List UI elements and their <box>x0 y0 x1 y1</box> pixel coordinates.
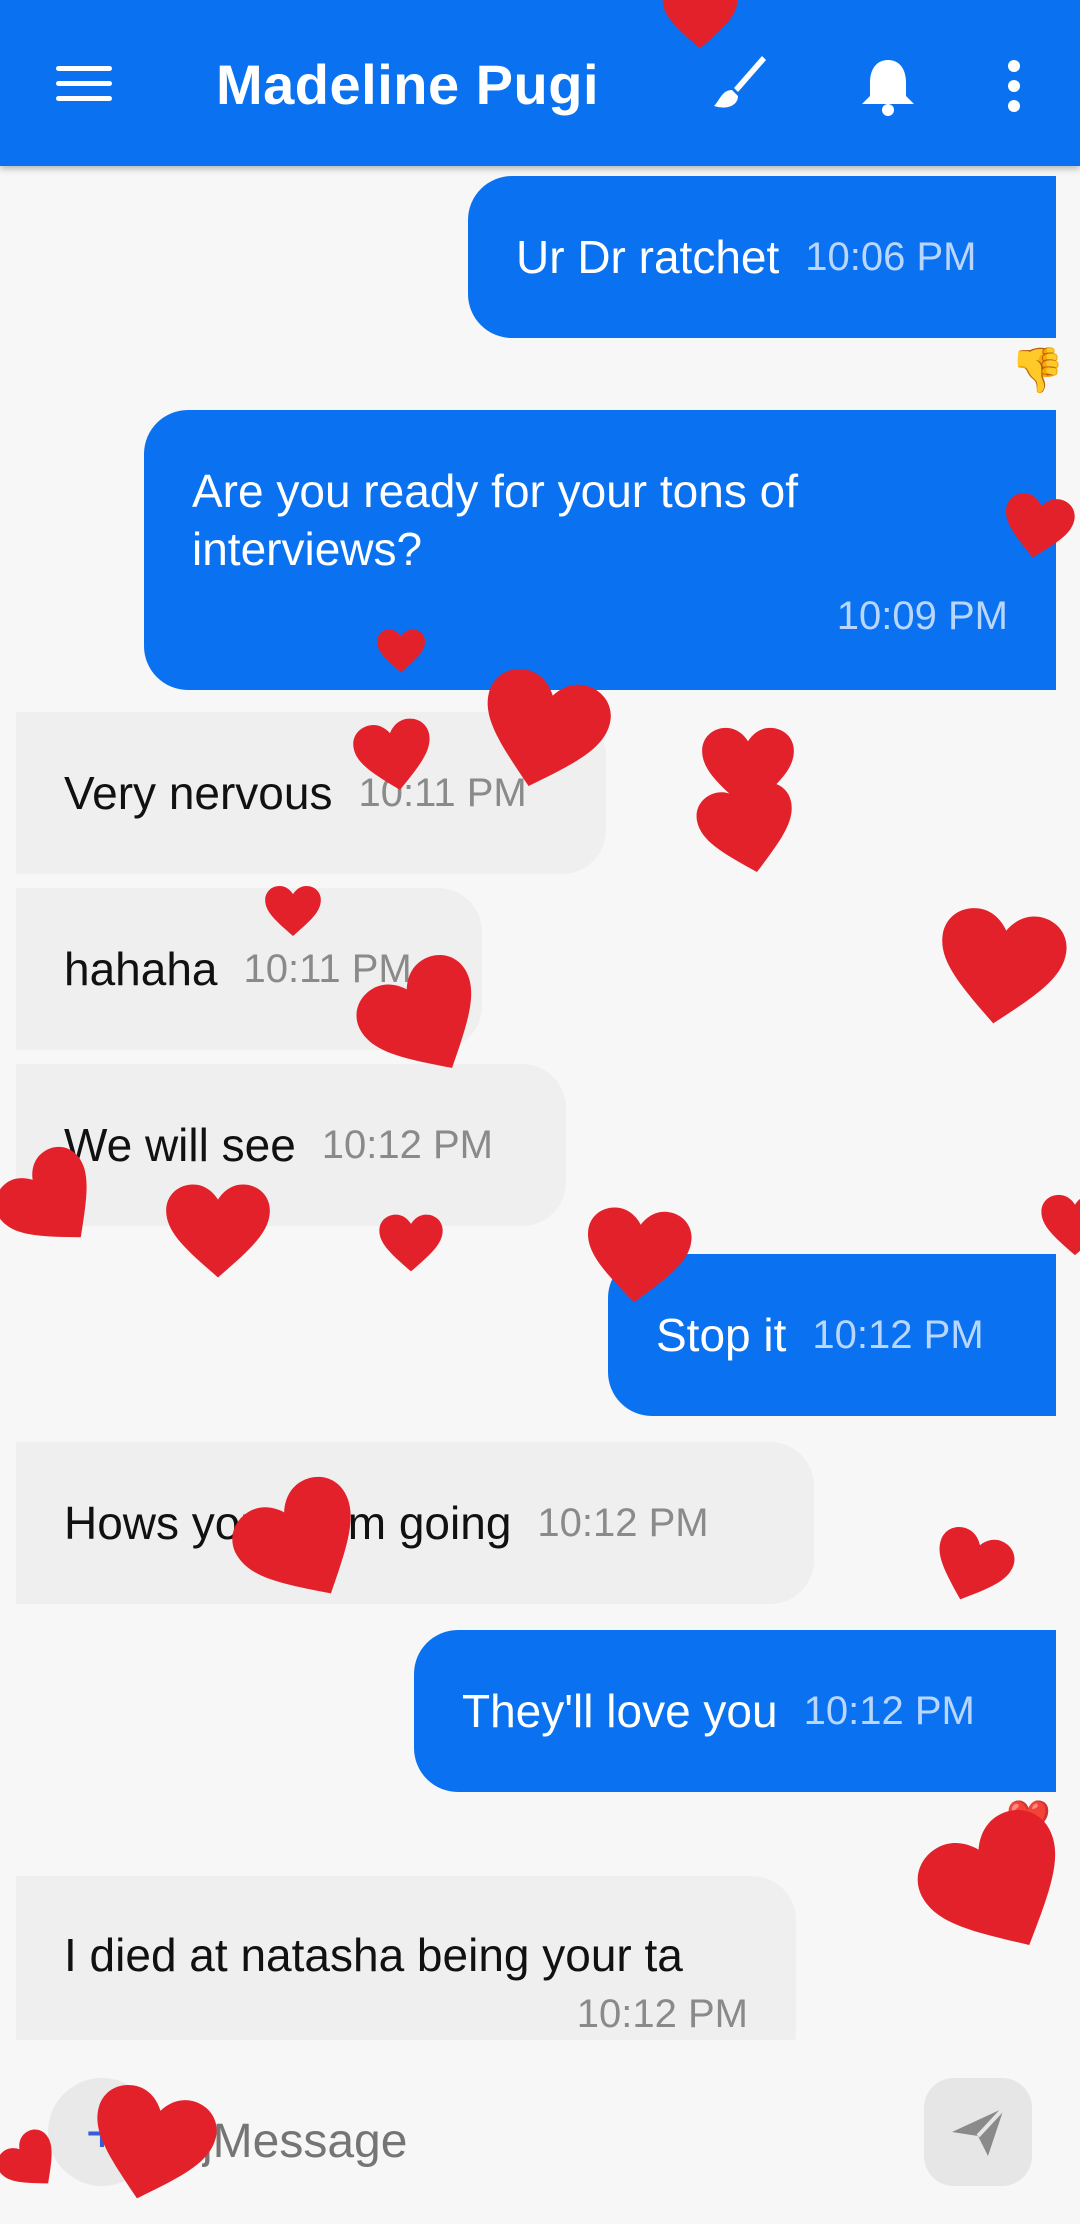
incoming-message[interactable]: Very nervous 10:11 PM <box>16 712 606 874</box>
incoming-message[interactable]: hahaha 10:11 PM <box>16 888 482 1050</box>
message-text: hahaha <box>64 943 218 995</box>
more-vert-icon[interactable] <box>974 46 1054 126</box>
outgoing-message[interactable]: Are you ready for your tons of interview… <box>144 410 1056 690</box>
heart-reaction-icon: ❤️ <box>1006 1798 1051 1839</box>
message-text: Ur Dr ratchet <box>516 231 780 283</box>
conversation-title: Madeline Pugi <box>216 53 599 116</box>
outgoing-message[interactable]: They'll love you 10:12 PM <box>414 1630 1056 1792</box>
bell-icon[interactable] <box>848 46 928 126</box>
send-button[interactable] <box>924 2078 1032 2186</box>
message-time: 10:11 PM <box>243 946 412 991</box>
incoming-message[interactable]: We will see 10:12 PM <box>16 1064 566 1226</box>
message-text: Stop it <box>656 1309 787 1361</box>
message-time: 10:12 PM <box>576 1992 748 2036</box>
message-time: 10:12 PM <box>321 1122 493 1167</box>
message-list[interactable]: Ur Dr ratchet 10:06 PM 👎 Are you ready f… <box>0 166 1080 2040</box>
outgoing-message[interactable]: Stop it 10:12 PM <box>608 1254 1056 1416</box>
message-text: We will see <box>64 1119 296 1171</box>
app-bar: Madeline Pugi <box>0 0 1080 166</box>
incoming-message[interactable]: I died at natasha being your ta 10:12 PM <box>16 1876 796 2040</box>
message-text: Are you ready for your tons of interview… <box>192 465 798 575</box>
message-text: Hows your term going <box>64 1497 512 1549</box>
brush-icon[interactable] <box>700 46 780 126</box>
menu-icon[interactable] <box>48 56 120 112</box>
message-time: 10:12 PM <box>537 1500 709 1545</box>
message-text: Very nervous <box>64 767 333 819</box>
message-time: 10:12 PM <box>812 1312 984 1357</box>
message-input[interactable] <box>200 2100 844 2182</box>
message-text: They'll love you <box>462 1685 778 1737</box>
message-time: 10:11 PM <box>358 770 527 815</box>
outgoing-message[interactable]: Ur Dr ratchet 10:06 PM <box>468 176 1056 338</box>
send-icon <box>952 2106 1006 2156</box>
message-composer: + <box>0 2040 1080 2220</box>
plus-icon: + <box>85 2100 119 2164</box>
incoming-message[interactable]: Hows your term going 10:12 PM <box>16 1442 814 1604</box>
message-time: 10:06 PM <box>805 234 977 279</box>
message-time: 10:12 PM <box>803 1688 975 1733</box>
add-attachment-button[interactable]: + <box>48 2078 156 2186</box>
thumbs-down-reaction-icon: 👎 <box>1010 346 1065 395</box>
message-text: I died at natasha being your ta <box>64 1929 683 1981</box>
message-time: 10:09 PM <box>836 594 1008 638</box>
